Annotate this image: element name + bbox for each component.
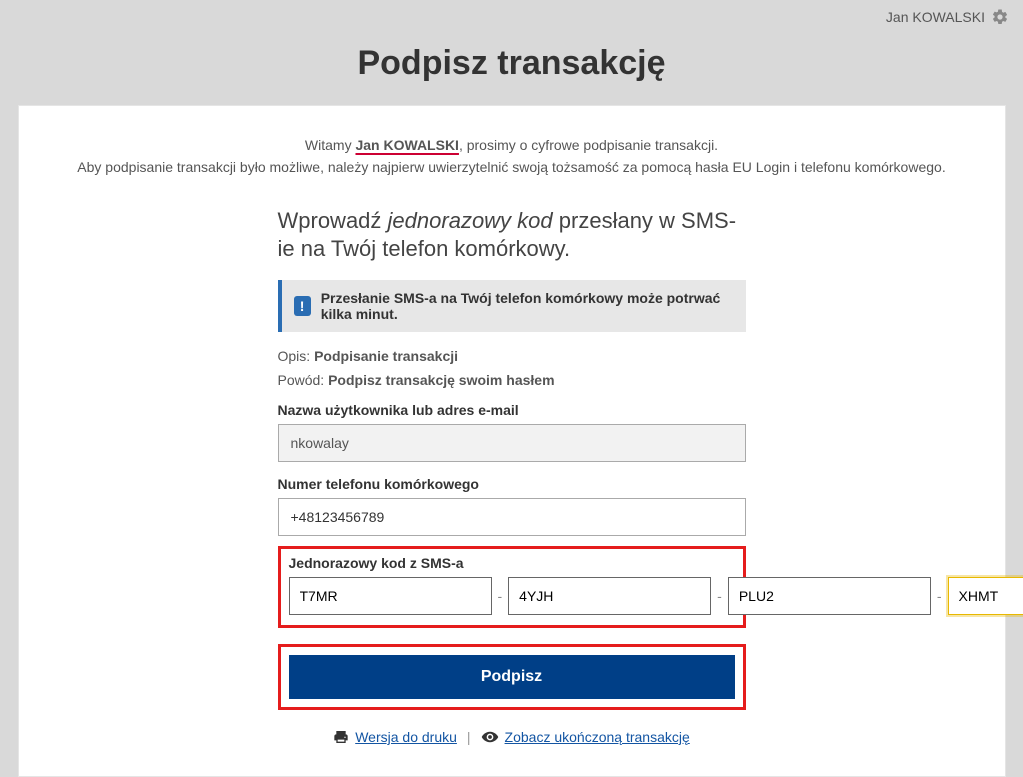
info-notice: ! Przesłanie SMS-a na Twój telefon komór… — [278, 280, 746, 332]
powod-value: Podpisz transakcję swoim hasłem — [328, 372, 554, 388]
footer-sep: | — [467, 729, 471, 745]
instruction: Wprowadź jednorazowy kod przesłany w SMS… — [278, 207, 746, 264]
code-part-4[interactable] — [948, 577, 1023, 615]
phone-label: Numer telefonu komórkowego — [278, 476, 746, 492]
code-sep-2: - — [717, 588, 722, 604]
username-field — [278, 424, 746, 462]
instr-em: jednorazowy kod — [388, 208, 553, 233]
code-sep-3: - — [937, 588, 942, 604]
notice-text: Przesłanie SMS-a na Twój telefon komórko… — [321, 290, 734, 322]
footer-links: Wersja do druku | Zobacz ukończoną trans… — [278, 728, 746, 746]
page-title: Podpisz transakcję — [0, 44, 1023, 83]
sign-section: Podpisz — [278, 644, 746, 710]
view-label: Zobacz ukończoną transakcję — [505, 729, 690, 745]
welcome-line2: Aby podpisanie transakcji było możliwe, … — [77, 159, 945, 175]
gear-icon[interactable] — [991, 8, 1009, 26]
powod-label: Powód: — [278, 372, 329, 388]
powod-row: Powód: Podpisz transakcję swoim hasłem — [278, 372, 746, 388]
welcome-suffix: , prosimy o cyfrowe podpisanie transakcj… — [459, 137, 718, 153]
sign-button[interactable]: Podpisz — [289, 655, 735, 699]
code-part-1[interactable] — [289, 577, 492, 615]
welcome-text: Witamy Jan KOWALSKI, prosimy o cyfrowe p… — [59, 134, 965, 179]
top-bar: Jan KOWALSKI — [0, 0, 1023, 26]
code-row: - - - × — [289, 577, 735, 615]
print-link[interactable]: Wersja do druku — [333, 729, 457, 745]
print-label: Wersja do druku — [355, 729, 457, 745]
info-icon: ! — [294, 296, 311, 316]
view-transaction-link[interactable]: Zobacz ukończoną transakcję — [481, 728, 690, 746]
user-name: Jan KOWALSKI — [886, 9, 985, 25]
opis-label: Opis: — [278, 348, 315, 364]
code-part-2[interactable] — [508, 577, 711, 615]
sms-code-section: Jednorazowy kod z SMS-a - - - × — [278, 546, 746, 628]
print-icon — [333, 729, 349, 745]
main-panel: Witamy Jan KOWALSKI, prosimy o cyfrowe p… — [18, 105, 1006, 777]
welcome-name: Jan KOWALSKI — [355, 137, 458, 153]
instr-p1: Wprowadź — [278, 208, 388, 233]
welcome-prefix: Witamy — [305, 137, 356, 153]
eye-icon — [481, 728, 499, 746]
user-label: Nazwa użytkownika lub adres e-mail — [278, 402, 746, 418]
code-part-3[interactable] — [728, 577, 931, 615]
code-sep-1: - — [498, 588, 503, 604]
code-label: Jednorazowy kod z SMS-a — [289, 555, 735, 571]
opis-value: Podpisanie transakcji — [314, 348, 458, 364]
opis-row: Opis: Podpisanie transakcji — [278, 348, 746, 364]
phone-field[interactable] — [278, 498, 746, 536]
form-area: Wprowadź jednorazowy kod przesłany w SMS… — [278, 207, 746, 746]
